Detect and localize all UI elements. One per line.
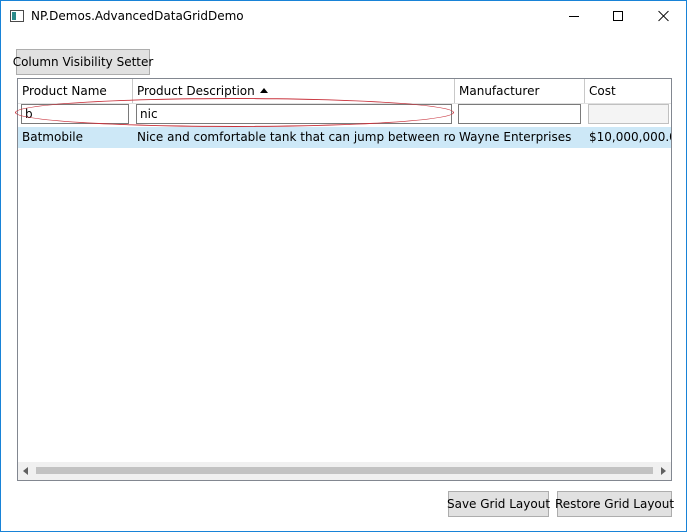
filter-input-product-name[interactable] (21, 104, 129, 124)
column-header-label: Product Name (22, 84, 107, 98)
scrollbar-thumb[interactable] (36, 467, 653, 474)
grid-header-row: Product Name Product Description Manufac… (18, 79, 671, 104)
horizontal-scrollbar[interactable] (18, 462, 671, 480)
restore-grid-layout-button[interactable]: Restore Grid Layout (555, 491, 674, 517)
cell-cost: $10,000,000.00 (589, 130, 671, 144)
filter-row (18, 104, 671, 126)
column-header-label: Cost (589, 84, 616, 98)
close-icon (658, 10, 670, 22)
filter-input-product-description[interactable] (136, 104, 452, 124)
table-row[interactable]: Batmobile Nice and comfortable tank that… (18, 127, 671, 148)
column-header-product-description[interactable]: Product Description (133, 79, 455, 103)
column-header-cost[interactable]: Cost (585, 79, 671, 103)
close-button[interactable] (641, 1, 687, 31)
column-visibility-setter-button[interactable]: Column Visibility Setter (13, 49, 153, 75)
column-header-manufacturer[interactable]: Manufacturer (455, 79, 585, 103)
save-grid-layout-button[interactable]: Save Grid Layout (447, 491, 550, 517)
scroll-left-icon[interactable] (23, 467, 28, 475)
window-title: NP.Demos.AdvancedDataGridDemo (31, 9, 244, 23)
cell-manufacturer: Wayne Enterprises (459, 130, 572, 144)
minimize-button[interactable] (551, 1, 597, 31)
filter-input-cost[interactable] (588, 104, 669, 124)
data-grid: Product Name Product Description Manufac… (17, 78, 672, 481)
maximize-button[interactable] (595, 1, 641, 31)
cell-product-description: Nice and comfortable tank that can jump … (137, 130, 455, 144)
scroll-right-icon[interactable] (661, 467, 666, 475)
title-bar[interactable]: NP.Demos.AdvancedDataGridDemo (1, 1, 686, 31)
cell-product-name: Batmobile (22, 130, 83, 144)
column-header-product-name[interactable]: Product Name (18, 79, 133, 103)
column-header-label: Product Description (137, 84, 255, 98)
sort-ascending-icon (259, 88, 268, 93)
app-icon (10, 10, 24, 22)
minimize-icon (569, 15, 579, 17)
app-window: NP.Demos.AdvancedDataGridDemo Column Vis… (0, 0, 687, 532)
filter-input-manufacturer[interactable] (458, 104, 581, 124)
column-header-label: Manufacturer (459, 84, 540, 98)
maximize-icon (613, 11, 623, 21)
